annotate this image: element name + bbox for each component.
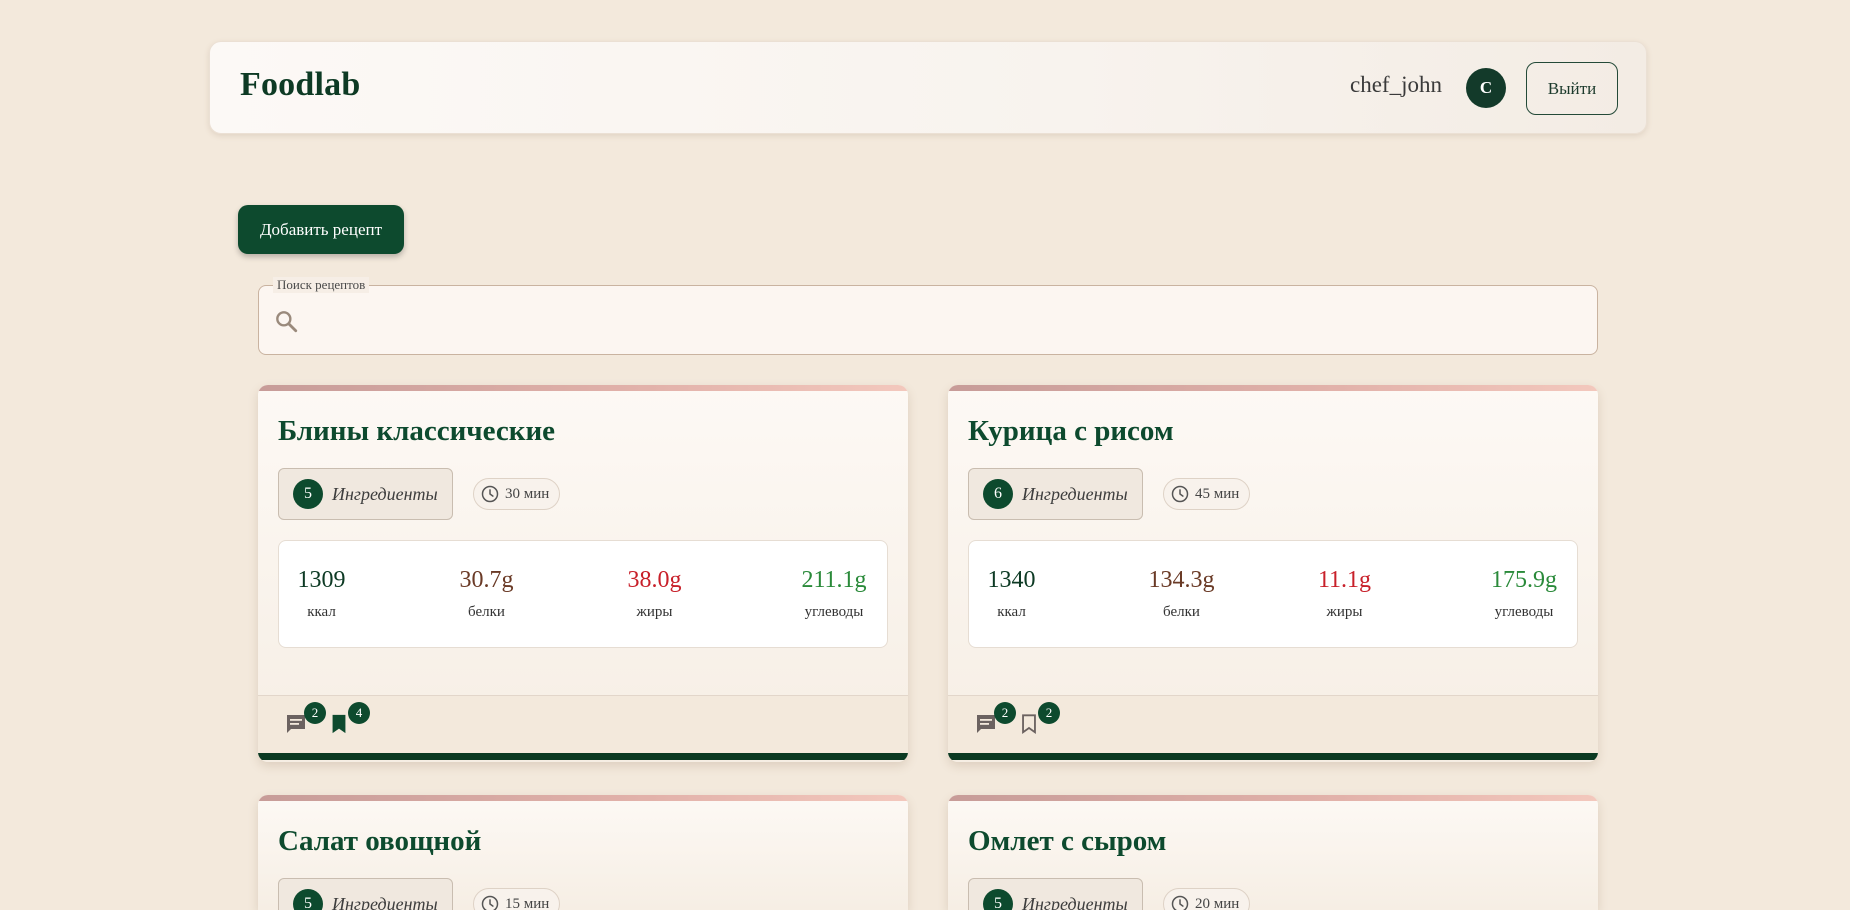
nutrition-fat: 11.1g жиры — [1307, 567, 1382, 621]
protein-value: 134.3g — [1148, 567, 1215, 593]
bookmark-button[interactable]: 2 — [1018, 702, 1060, 740]
card-bottom-strip — [948, 753, 1598, 760]
app-header: Foodlab chef_john C Выйти — [209, 41, 1647, 134]
nutrition-fat: 38.0g жиры — [617, 567, 692, 621]
ingredients-chip[interactable]: 6 Ингредиенты — [968, 468, 1143, 520]
kcal-label: ккал — [307, 604, 336, 620]
recipe-card[interactable]: Салат овощной 5 Ингредиенты 15 мин — [258, 795, 908, 910]
card-footer: 2 2 — [948, 695, 1598, 753]
protein-label: белки — [1163, 604, 1200, 620]
protein-label: белки — [468, 604, 505, 620]
ingredients-label: Ингредиенты — [332, 483, 438, 504]
clock-icon — [481, 485, 499, 503]
cook-time-chip: 15 мин — [473, 888, 561, 910]
bookmarks-count: 2 — [1038, 702, 1060, 724]
nutrition-kcal: 1340 ккал — [979, 567, 1044, 621]
cook-time-chip: 45 мин — [1163, 478, 1251, 510]
cook-time: 20 мин — [1195, 895, 1240, 910]
recipe-title[interactable]: Салат овощной — [278, 825, 481, 858]
search-field[interactable]: Поиск рецептов — [258, 277, 1598, 355]
carbs-value: 211.1g — [801, 567, 867, 593]
ingredients-count: 5 — [293, 479, 323, 509]
carbs-value: 175.9g — [1491, 567, 1557, 593]
search-input[interactable] — [309, 300, 1579, 340]
ingredients-chip[interactable]: 5 Ингредиенты — [278, 878, 453, 910]
search-icon — [276, 311, 298, 333]
comments-count: 2 — [304, 702, 326, 724]
card-bottom-strip — [258, 753, 908, 760]
nutrition-carbs: 211.1g углеводы — [789, 567, 879, 621]
ingredients-label: Ингредиенты — [332, 893, 438, 910]
ingredients-count: 5 — [293, 889, 323, 910]
ingredients-count: 6 — [983, 479, 1013, 509]
comments-count: 2 — [994, 702, 1016, 724]
recipe-title[interactable]: Курица с рисом — [968, 415, 1174, 448]
carbs-label: углеводы — [1494, 604, 1554, 620]
nutrition-panel: 1340 ккал 134.3g белки 11.1g жиры 175.9g… — [968, 540, 1578, 648]
search-label: Поиск рецептов — [273, 277, 370, 293]
comments-button[interactable]: 2 — [284, 702, 326, 740]
cook-time-chip: 30 мин — [473, 478, 561, 510]
recipe-title[interactable]: Блины классические — [278, 415, 555, 448]
card-footer: 2 4 — [258, 695, 908, 753]
cook-time-chip: 20 мин — [1163, 888, 1251, 910]
nutrition-panel: 1309 ккал 30.7g белки 38.0g жиры 211.1g … — [278, 540, 888, 648]
recipe-card[interactable]: Блины классические 5 Ингредиенты 30 мин … — [258, 385, 908, 762]
card-top-strip — [948, 795, 1598, 801]
card-top-strip — [948, 385, 1598, 391]
recipe-card[interactable]: Омлет с сыром 5 Ингредиенты 20 мин — [948, 795, 1598, 910]
ingredients-chip[interactable]: 5 Ингредиенты — [968, 878, 1143, 910]
add-recipe-button[interactable]: Добавить рецепт — [238, 205, 404, 254]
kcal-label: ккал — [997, 604, 1026, 620]
kcal-value: 1340 — [987, 567, 1036, 593]
ingredients-count: 5 — [983, 889, 1013, 910]
recipe-title[interactable]: Омлет с сыром — [968, 825, 1166, 858]
username: chef_john — [1350, 72, 1442, 97]
cook-time: 15 мин — [505, 895, 550, 910]
cook-time: 30 мин — [505, 485, 550, 502]
nutrition-protein: 30.7g белки — [449, 567, 524, 621]
nutrition-protein: 134.3g белки — [1139, 567, 1224, 621]
clock-icon — [1171, 895, 1189, 910]
fat-value: 11.1g — [1317, 567, 1372, 593]
card-top-strip — [258, 385, 908, 391]
clock-icon — [481, 895, 499, 910]
comments-button[interactable]: 2 — [974, 702, 1016, 740]
nutrition-carbs: 175.9g углеводы — [1479, 567, 1569, 621]
fat-label: жиры — [1326, 604, 1363, 620]
card-top-strip — [258, 795, 908, 801]
bookmarks-count: 4 — [348, 702, 370, 724]
logout-button[interactable]: Выйти — [1526, 62, 1618, 115]
bookmark-button[interactable]: 4 — [328, 702, 370, 740]
ingredients-chip[interactable]: 5 Ингредиенты — [278, 468, 453, 520]
clock-icon — [1171, 485, 1189, 503]
ingredients-label: Ингредиенты — [1022, 483, 1128, 504]
protein-value: 30.7g — [459, 567, 514, 593]
avatar[interactable]: C — [1466, 68, 1506, 108]
nutrition-kcal: 1309 ккал — [289, 567, 354, 621]
fat-label: жиры — [636, 604, 673, 620]
kcal-value: 1309 — [297, 567, 346, 593]
fat-value: 38.0g — [627, 567, 682, 593]
ingredients-label: Ингредиенты — [1022, 893, 1128, 910]
carbs-label: углеводы — [804, 604, 864, 620]
brand-logo[interactable]: Foodlab — [240, 66, 360, 104]
bookmark-filled-icon — [332, 714, 346, 734]
bookmark-outline-icon — [1022, 714, 1036, 735]
recipe-card[interactable]: Курица с рисом 6 Ингредиенты 45 мин 1340… — [948, 385, 1598, 762]
cook-time: 45 мин — [1195, 485, 1240, 502]
